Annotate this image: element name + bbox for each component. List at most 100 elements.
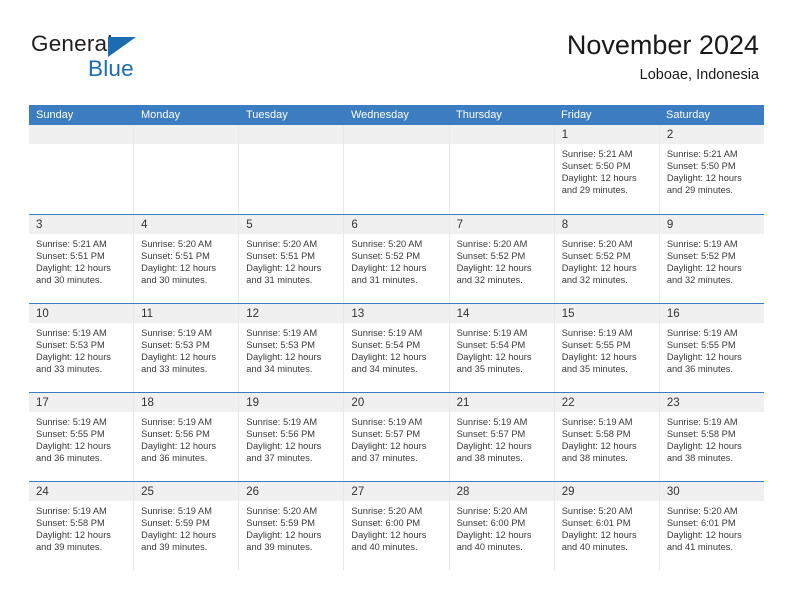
calendar-day-cell[interactable]: 25 Sunrise: 5:19 AM Sunset: 5:59 PM Dayligh…	[134, 482, 240, 570]
day-number-band	[134, 125, 239, 144]
day-detail-line: and 32 minutes.	[456, 275, 523, 286]
day-detail-line: Daylight: 12 hours	[351, 441, 427, 452]
calendar-day-cell[interactable]: 23 Sunrise: 5:19 AM Sunset: 5:58 PM Dayligh…	[659, 393, 764, 481]
day-detail-line: and 39 minutes.	[141, 542, 208, 553]
day-number-band: 15	[554, 304, 659, 323]
day-number-band: 10	[29, 304, 134, 323]
day-detail-line: Sunrise: 5:19 AM	[351, 328, 423, 338]
day-detail-line: Sunset: 5:58 PM	[36, 518, 105, 529]
day-detail-line: Daylight: 12 hours	[351, 352, 427, 363]
day-number: 17	[36, 397, 49, 409]
day-number: 9	[666, 219, 674, 231]
day-number-band	[344, 125, 449, 144]
calendar-day-cell[interactable]: 13 Sunrise: 5:19 AM Sunset: 5:54 PM Dayligh…	[344, 304, 450, 392]
day-detail-line: Daylight: 12 hours	[351, 530, 427, 541]
calendar-day-cell[interactable]: 9 Sunrise: 5:19 AM Sunset: 5:52 PM Daylight…	[659, 215, 764, 303]
day-number: 13	[351, 308, 365, 320]
calendar-day-cell[interactable]: 19 Sunrise: 5:19 AM Sunset: 5:56 PM Dayligh…	[239, 393, 345, 481]
day-detail-line: Daylight: 12 hours	[141, 352, 217, 363]
day-detail-line: Sunrise: 5:19 AM	[456, 328, 528, 338]
day-detail-line: Sunrise: 5:20 AM	[561, 239, 633, 249]
calendar-day-cell[interactable]: 17 Sunrise: 5:19 AM Sunset: 5:55 PM Dayligh…	[29, 393, 135, 481]
weekday-header-monday: Monday	[141, 109, 181, 121]
calendar-day-cell[interactable]: 15 Sunrise: 5:19 AM Sunset: 5:55 PM Dayligh…	[554, 304, 660, 392]
day-detail: Sunrise: 5:19 AM Sunset: 5:53 PM Daylight:…	[239, 323, 343, 375]
calendar-day-cell[interactable]: 10 Sunrise: 5:19 AM Sunset: 5:53 PM Dayligh…	[29, 304, 135, 392]
logo-triangle-icon	[108, 37, 136, 57]
day-detail-line: Sunset: 5:51 PM	[246, 251, 316, 262]
day-number-band: 2	[659, 125, 764, 144]
calendar-day-cell[interactable]: 22 Sunrise: 5:19 AM Sunset: 5:58 PM Dayligh…	[554, 393, 660, 481]
day-detail-line: Sunrise: 5:20 AM	[351, 239, 423, 249]
day-detail: Sunrise: 5:20 AM Sunset: 5:59 PM Daylight:…	[239, 501, 343, 553]
calendar-week-row: 1 Sunrise: 5:21 AM Sunset: 5:50 PM Daylight…	[29, 125, 764, 214]
day-detail-line: Sunset: 5:53 PM	[36, 340, 105, 351]
calendar-day-cell[interactable]: 4 Sunrise: 5:20 AM Sunset: 5:51 PM Daylight…	[134, 215, 240, 303]
day-detail: Sunrise: 5:20 AM Sunset: 6:01 PM Daylight:…	[660, 501, 764, 553]
title-block: November 2024 Loboae, Indonesia	[567, 30, 759, 84]
calendar-day-cell[interactable]: 28 Sunrise: 5:20 AM Sunset: 6:00 PM Dayligh…	[449, 482, 555, 570]
day-detail-line: and 40 minutes.	[561, 542, 628, 553]
calendar-day-cell[interactable]: 5 Sunrise: 5:20 AM Sunset: 5:51 PM Daylight…	[239, 215, 345, 303]
calendar-day-cell[interactable]: 20 Sunrise: 5:19 AM Sunset: 5:57 PM Dayligh…	[344, 393, 450, 481]
day-detail: Sunrise: 5:19 AM Sunset: 5:57 PM Daylight:…	[344, 412, 448, 464]
day-detail: Sunrise: 5:19 AM Sunset: 5:58 PM Daylight:…	[29, 501, 133, 553]
day-detail: Sunrise: 5:20 AM Sunset: 5:52 PM Daylight:…	[450, 234, 554, 286]
day-number: 6	[351, 219, 358, 231]
calendar-day-cell[interactable]: 16 Sunrise: 5:19 AM Sunset: 5:55 PM Dayligh…	[659, 304, 764, 392]
calendar-day-cell[interactable]: 1 Sunrise: 5:21 AM Sunset: 5:50 PM Daylight…	[554, 125, 660, 214]
day-detail-line: and 38 minutes.	[666, 453, 733, 464]
calendar-day-cell[interactable]: 8 Sunrise: 5:20 AM Sunset: 5:52 PM Daylight…	[554, 215, 660, 303]
day-detail-line: Sunrise: 5:19 AM	[351, 417, 423, 427]
calendar-day-cell[interactable]: 18 Sunrise: 5:19 AM Sunset: 5:56 PM Dayligh…	[134, 393, 240, 481]
calendar-day-cell[interactable]: 27 Sunrise: 5:20 AM Sunset: 6:00 PM Dayligh…	[344, 482, 450, 570]
calendar-day-cell[interactable]: 7 Sunrise: 5:20 AM Sunset: 5:52 PM Daylight…	[449, 215, 555, 303]
day-detail-line: Sunrise: 5:19 AM	[141, 506, 212, 516]
weekday-header-thursday: Thursday	[456, 109, 502, 121]
calendar-day-cell[interactable]: 6 Sunrise: 5:20 AM Sunset: 5:52 PM Daylight…	[344, 215, 450, 303]
day-detail-line: Sunset: 6:00 PM	[351, 518, 421, 529]
day-detail-line: Sunrise: 5:19 AM	[666, 417, 738, 427]
day-detail-line: and 33 minutes.	[141, 364, 208, 375]
weekday-header-tuesday: Tuesday	[246, 109, 288, 121]
calendar-day-cell[interactable]: 26 Sunrise: 5:20 AM Sunset: 5:59 PM Dayligh…	[239, 482, 345, 570]
calendar-day-cell[interactable]: 29 Sunrise: 5:20 AM Sunset: 6:01 PM Dayligh…	[554, 482, 660, 570]
day-detail-line: and 30 minutes.	[36, 275, 103, 286]
day-detail: Sunrise: 5:20 AM Sunset: 5:51 PM Daylight:…	[239, 234, 343, 286]
calendar-day-cell[interactable]: 30 Sunrise: 5:20 AM Sunset: 6:01 PM Dayligh…	[659, 482, 764, 570]
day-number-band: 27	[344, 482, 449, 501]
day-detail-line: Daylight: 12 hours	[36, 441, 111, 452]
day-detail-line: Daylight: 12 hours	[141, 263, 217, 274]
day-detail-line: Sunrise: 5:21 AM	[36, 239, 107, 249]
general-blue-logo[interactable]: General Blue	[31, 32, 211, 85]
day-detail-line: Sunset: 5:57 PM	[351, 429, 421, 440]
day-detail-line: and 39 minutes.	[36, 542, 103, 553]
day-detail-line: Daylight: 12 hours	[666, 352, 742, 363]
day-number-band: 13	[344, 304, 449, 323]
day-detail-line: Sunrise: 5:20 AM	[561, 506, 633, 516]
calendar-day-cell[interactable]: 2 Sunrise: 5:21 AM Sunset: 5:50 PM Daylight…	[659, 125, 764, 214]
day-detail-line: and 41 minutes.	[666, 542, 733, 553]
day-number-band: 12	[239, 304, 344, 323]
calendar-day-cell[interactable]: 14 Sunrise: 5:19 AM Sunset: 5:54 PM Dayligh…	[449, 304, 555, 392]
calendar-day-cell[interactable]: 24 Sunrise: 5:19 AM Sunset: 5:58 PM Dayligh…	[29, 482, 135, 570]
day-detail: Sunrise: 5:21 AM Sunset: 5:51 PM Daylight:…	[29, 234, 133, 286]
day-detail-line: Sunset: 5:57 PM	[456, 429, 526, 440]
day-detail-line: and 37 minutes.	[351, 453, 418, 464]
day-detail-line: Sunset: 5:54 PM	[456, 340, 526, 351]
day-detail-line: Sunrise: 5:20 AM	[246, 239, 318, 249]
calendar-day-cell[interactable]: 11 Sunrise: 5:19 AM Sunset: 5:53 PM Dayligh…	[134, 304, 240, 392]
calendar-day-cell[interactable]: 21 Sunrise: 5:19 AM Sunset: 5:57 PM Dayligh…	[449, 393, 555, 481]
day-detail-line: Sunrise: 5:21 AM	[561, 149, 633, 159]
day-number: 28	[456, 486, 470, 498]
day-detail-line: and 31 minutes.	[246, 275, 313, 286]
day-detail-line: Sunset: 5:54 PM	[351, 340, 421, 351]
calendar-day-cell[interactable]: 12 Sunrise: 5:19 AM Sunset: 5:53 PM Dayligh…	[239, 304, 345, 392]
day-detail-line: Sunset: 5:56 PM	[246, 429, 316, 440]
calendar-day-cell-empty	[449, 125, 555, 214]
day-number: 15	[561, 308, 575, 320]
calendar-day-cell[interactable]: 3 Sunrise: 5:21 AM Sunset: 5:51 PM Daylight…	[29, 215, 135, 303]
day-detail-line: Sunset: 5:53 PM	[246, 340, 316, 351]
weekday-header-sunday: Sunday	[36, 109, 74, 121]
day-detail-line: Daylight: 12 hours	[456, 263, 532, 274]
